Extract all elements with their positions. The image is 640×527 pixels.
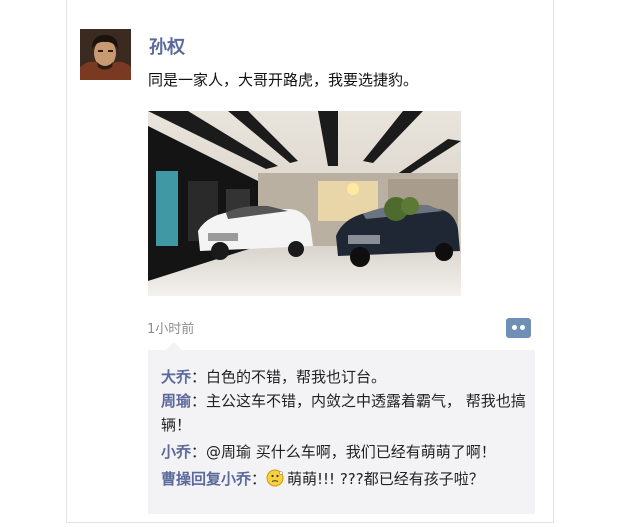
comment-author[interactable]: 小乔 bbox=[161, 443, 191, 461]
post-text: 同是一家人，大哥开路虎，我要选捷豹。 bbox=[148, 71, 419, 89]
jaguar-showroom-photo-icon bbox=[148, 111, 461, 296]
man-portrait-avatar-icon bbox=[80, 29, 131, 80]
comment-separator: ： bbox=[251, 470, 267, 488]
comment-text: 白色的不错，帮我也订台。 bbox=[206, 368, 387, 386]
comment-author[interactable]: 曹操回复小乔 bbox=[161, 470, 251, 488]
comment-text: @周瑜 买什么车啊，我们已经有萌萌了啊！ bbox=[206, 443, 496, 461]
comment-item[interactable]: 周瑜：主公这车不错，内敛之中透露着霸气， 帮我也搞辆！ bbox=[161, 389, 529, 437]
thinking-face-emoji-icon bbox=[266, 469, 284, 487]
comment-author[interactable]: 周瑜 bbox=[161, 392, 191, 410]
post-timestamp: 1小时前 bbox=[147, 322, 195, 337]
comments-panel: 大乔：白色的不错，帮我也订台。 周瑜：主公这车不错，内敛之中透露着霸气， 帮我也… bbox=[148, 342, 535, 514]
comment-button[interactable] bbox=[506, 318, 531, 338]
author-name[interactable]: 孙权 bbox=[149, 33, 185, 59]
comment-separator: ： bbox=[191, 443, 207, 461]
comment-bubble-icon-dot bbox=[520, 325, 525, 330]
comment-separator: ： bbox=[191, 392, 207, 410]
author-avatar[interactable] bbox=[80, 29, 131, 80]
comment-separator: ： bbox=[191, 368, 207, 386]
comment-item[interactable]: 大乔：白色的不错，帮我也订台。 bbox=[161, 365, 529, 389]
comment-item[interactable]: 小乔：@周瑜 买什么车啊，我们已经有萌萌了啊！ bbox=[161, 440, 529, 464]
comment-text: 主公这车不错，内敛之中透露着霸气， 帮我也搞辆！ bbox=[161, 392, 526, 434]
comment-bubble-icon bbox=[512, 325, 517, 330]
comment-author[interactable]: 大乔 bbox=[161, 368, 191, 386]
comment-item[interactable]: 曹操回复小乔： 萌萌!!! ???都已经有孩子啦？ bbox=[161, 467, 529, 491]
comment-text: 萌萌!!! ???都已经有孩子啦？ bbox=[287, 470, 484, 488]
post-photo[interactable] bbox=[148, 111, 461, 296]
